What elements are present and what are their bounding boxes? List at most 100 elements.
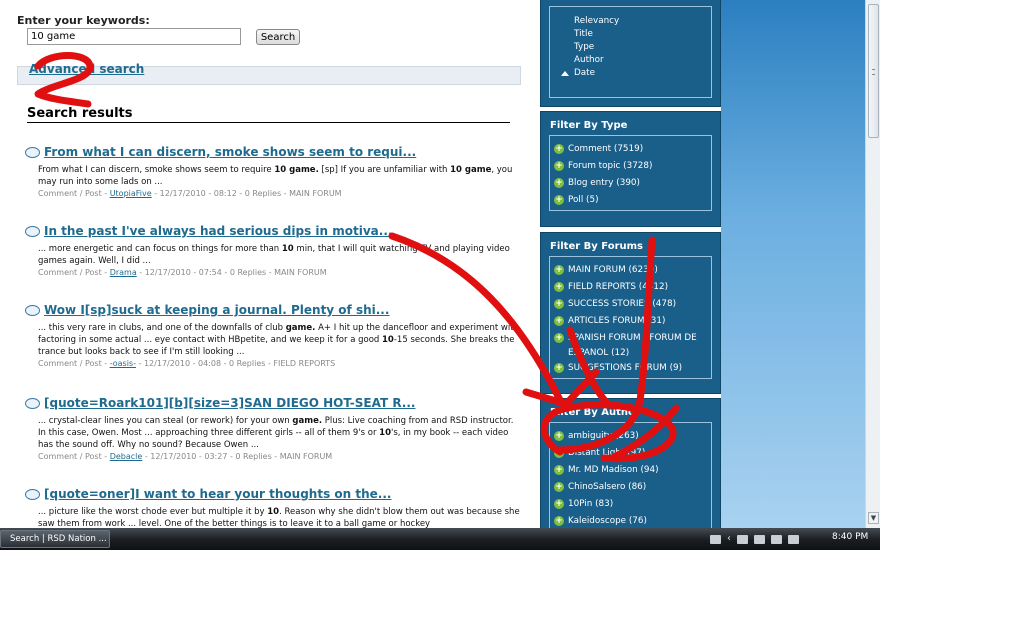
taskbar-browser-window[interactable]: Search | RSD Nation ... (0, 530, 110, 548)
result-title-link[interactable]: Wow I[sp]suck at keeping a journal. Plen… (44, 303, 389, 317)
keywords-input[interactable] (27, 28, 241, 45)
result-meta-prefix: Comment / Post - (38, 452, 110, 461)
sort-box: Relevancy Title Type Author Date (549, 6, 712, 98)
forum-facet[interactable]: + MAIN FORUM (6230) (550, 261, 711, 278)
result-meta: Comment / Post - UtopiaFive - 12/17/2010… (38, 188, 520, 199)
filter-forums-panel: Filter By Forums + MAIN FORUM (6230) + FIEL… (540, 232, 721, 394)
tray-expand-chevron-icon[interactable]: ‹ (727, 534, 731, 544)
search-results-heading: Search results (27, 106, 510, 123)
filter-type-panel: Filter By Type + Comment (7519) + Forum top… (540, 111, 721, 227)
type-facet[interactable]: + Blog entry (390) (550, 174, 711, 191)
plus-circle-icon: + (554, 515, 564, 526)
type-facet-label: Forum topic (3728) (568, 160, 653, 171)
keywords-label: Enter your keywords: (17, 14, 150, 27)
plus-circle-icon: + (554, 143, 564, 154)
sidebar: Relevancy Title Type Author Date Filter By T… (540, 0, 865, 528)
sidebar-background (721, 0, 865, 528)
taskbar-clock[interactable]: 8:40 PM (832, 532, 868, 542)
sort-ascending-icon (561, 71, 569, 76)
author-facet[interactable]: + ChinoSalsero (86) (550, 478, 711, 495)
speech-bubble-icon (25, 304, 40, 316)
type-facet[interactable]: + Comment (7519) (550, 140, 711, 157)
forum-facet[interactable]: ESPANOL (12) (550, 346, 711, 359)
filter-author-box: + ambiguity (263) + Distant Light (97) + Mr. … (549, 422, 712, 528)
author-facet[interactable]: + Mr. MD Madison (94) (550, 461, 711, 478)
result-meta-prefix: Comment / Post - (38, 189, 110, 198)
sort-option-label: Author (574, 55, 604, 65)
sort-option-label: Type (574, 42, 595, 52)
advanced-search-bar: Advanced search (17, 62, 521, 85)
filter-forums-title: Filter By Forums (550, 241, 644, 252)
keyboard-icon[interactable] (710, 534, 721, 544)
result-author-link[interactable]: -oasis- (110, 359, 136, 368)
author-facet[interactable]: + Distant Light (97) (550, 444, 711, 461)
result-author-link[interactable]: UtopiaFive (110, 189, 152, 198)
sort-option[interactable]: Relevancy (550, 16, 711, 29)
type-facet[interactable]: + Forum topic (3728) (550, 157, 711, 174)
result-title-link[interactable]: [quote=Roark101][b][size=3]SAN DIEGO HOT… (44, 396, 415, 410)
forum-facet-label: ESPANOL (12) (568, 347, 630, 358)
forum-facet[interactable]: + SUGGESTIONS FORUM (9) (550, 359, 711, 376)
sort-option-label: Title (574, 29, 593, 39)
result-title-link[interactable]: [quote=oner]I want to hear your thoughts… (44, 487, 391, 501)
result-meta-suffix: - 12/17/2010 - 03:27 - 0 Replies - MAIN … (142, 452, 333, 461)
filter-forums-box: + MAIN FORUM (6230) + FIELD REPORTS (4412) +… (549, 256, 712, 379)
sort-panel: Relevancy Title Type Author Date (540, 0, 721, 107)
plus-circle-icon: + (554, 430, 564, 441)
sort-option[interactable]: Title (550, 29, 711, 42)
type-facet-label: Blog entry (390) (568, 177, 640, 188)
result-snippet: ... this very rare in clubs, and one of … (38, 323, 519, 357)
scroll-down-arrow-icon[interactable]: ▼ (868, 512, 879, 524)
author-facet-label: Mr. MD Madison (94) (568, 464, 659, 475)
search-result-item: From what I can discern, smoke shows see… (25, 145, 520, 199)
forum-facet[interactable]: + SPANISH FORUM - FORUM DE (550, 329, 711, 346)
result-author-link[interactable]: Debacle (110, 452, 143, 461)
plus-circle-icon: + (554, 447, 564, 458)
search-button[interactable]: Search (256, 29, 300, 45)
search-result-item: Wow I[sp]suck at keeping a journal. Plen… (25, 303, 520, 369)
author-facet[interactable]: + ambiguity (263) (550, 427, 711, 444)
plus-circle-icon: + (554, 160, 564, 171)
result-meta-suffix: - 12/17/2010 - 04:08 - 0 Replies - FIELD… (135, 359, 336, 368)
taskbar: Search | RSD Nation ... ‹ 8:40 PM (0, 528, 880, 550)
forum-facet[interactable]: + FIELD REPORTS (4412) (550, 278, 711, 295)
result-author-link[interactable]: Drama (110, 268, 137, 277)
result-snippet: ... more energetic and can focus on thin… (38, 244, 510, 266)
author-facet[interactable]: +10Pin (83) (550, 495, 711, 512)
forum-facet[interactable]: + SUCCESS STORIES (478) (550, 295, 711, 312)
search-result-item: In the past I've always had serious dips… (25, 224, 520, 278)
safely-remove-icon[interactable] (737, 534, 748, 544)
sort-option[interactable]: Author (550, 55, 711, 68)
author-facet-label: 10Pin (83) (568, 498, 614, 509)
forum-facet-label: SPANISH FORUM - FORUM DE (568, 332, 697, 343)
battery-icon[interactable] (771, 534, 782, 544)
result-meta-suffix: - 12/17/2010 - 08:12 - 0 Replies - MAIN … (151, 189, 342, 198)
forum-facet-label: ARTICLES FORUM (31) (568, 315, 666, 326)
result-snippet: ... crystal-clear lines you can steal (o… (38, 416, 514, 450)
author-facet-label: ChinoSalsero (86) (568, 481, 647, 492)
forum-facet[interactable]: + ARTICLES FORUM (31) (550, 312, 711, 329)
sort-option[interactable]: Type (550, 42, 711, 55)
screen: Enter your keywords: Search Advanced sea… (0, 0, 1024, 640)
type-facet[interactable]: + Poll (5) (550, 191, 711, 208)
sort-option[interactable]: Date (550, 68, 711, 81)
scrollbar-thumb[interactable] (868, 4, 879, 138)
result-title-link[interactable]: From what I can discern, smoke shows see… (44, 145, 416, 159)
result-title-link[interactable]: In the past I've always had serious dips… (44, 224, 392, 238)
network-icon[interactable] (754, 534, 765, 544)
forum-facet-label: MAIN FORUM (6230) (568, 264, 658, 275)
plus-circle-icon: + (554, 481, 564, 492)
vertical-scrollbar[interactable]: ▼ (865, 0, 880, 528)
result-meta: Comment / Post - Debacle - 12/17/2010 - … (38, 451, 520, 462)
search-result-item: [quote=Roark101][b][size=3]SAN DIEGO HOT… (25, 396, 520, 462)
plus-circle-icon: + (554, 332, 564, 343)
author-facet[interactable]: + Kaleidoscope (76) (550, 512, 711, 528)
sort-option-label: Date (574, 68, 596, 78)
forum-facet-label: FIELD REPORTS (4412) (568, 281, 669, 292)
result-header: [quote=oner]I want to hear your thoughts… (25, 487, 520, 501)
sort-option-label: Relevancy (574, 16, 620, 26)
speech-bubble-icon (25, 146, 40, 158)
advanced-search-link[interactable]: Advanced search (29, 62, 144, 76)
result-header: In the past I've always had serious dips… (25, 224, 520, 238)
volume-icon[interactable] (788, 534, 799, 544)
